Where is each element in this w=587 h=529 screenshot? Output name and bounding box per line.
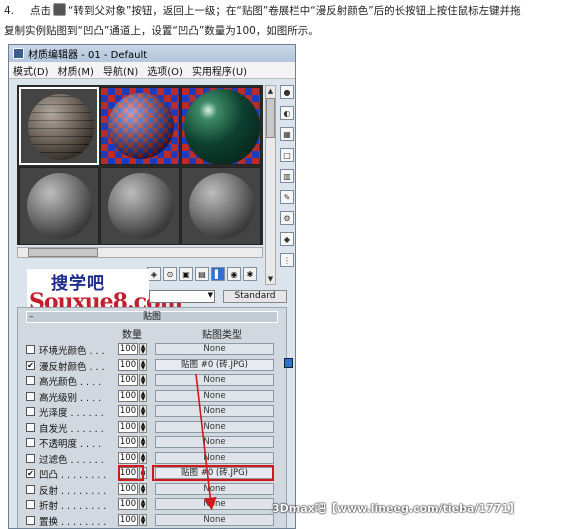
material-type-button[interactable]: Standard xyxy=(223,290,287,303)
options-icon[interactable]: ⚙ xyxy=(280,211,294,225)
menu-utilities[interactable]: 实用程序(U) xyxy=(192,63,247,78)
scroll-up-icon[interactable]: ▲ xyxy=(266,86,275,96)
menu-options[interactable]: 选项(O) xyxy=(147,63,183,78)
show-end-result-icon[interactable]: ▤ xyxy=(195,267,209,281)
menu-bar: 模式(D) 材质(M) 导航(N) 选项(O) 实用程序(U) xyxy=(9,62,295,79)
sample-slot-brick[interactable] xyxy=(19,87,99,165)
go-forward-sibling-icon[interactable]: ◉ xyxy=(227,267,241,281)
select-by-material-icon[interactable]: ◆ xyxy=(280,232,294,246)
go-to-parent-button[interactable]: ▌ xyxy=(211,267,225,281)
menu-mode[interactable]: 模式(D) xyxy=(13,63,49,78)
background-checker-icon[interactable]: ▦ xyxy=(280,127,294,141)
hscroll-thumb[interactable] xyxy=(28,248,98,257)
map-highlight-box xyxy=(152,465,274,481)
sample-uv-icon[interactable]: □ xyxy=(280,148,294,162)
sample-slot-4[interactable] xyxy=(19,167,99,245)
material-navigator-icon[interactable]: ⋮ xyxy=(280,253,294,267)
window-title: 材质编辑器 - 01 - Default xyxy=(28,50,148,61)
site-watermark: 3Dmax吧【www.lineeg.com/tieba/1771】 xyxy=(272,502,521,515)
step-number: 4. xyxy=(4,5,15,17)
bottom-toolbar: ◈ ⊙ ▣ ▤ ▌ ◉ ✱ xyxy=(147,267,292,283)
amount-highlight-box xyxy=(118,465,144,481)
checker-sphere xyxy=(108,93,174,159)
green-sphere xyxy=(184,89,260,164)
app-icon xyxy=(13,48,24,59)
sample-slots xyxy=(17,85,263,245)
slots-vertical-scrollbar[interactable]: ▲ ▼ xyxy=(265,85,276,285)
title-bar[interactable]: 材质编辑器 - 01 - Default xyxy=(9,45,295,62)
maps-rollout-panel: – 贴图 数量 贴图类型 环境光颜色 . . . 100 ▲ ▼ None ✔ 漫反射颜色 … xyxy=(17,307,293,528)
drag-arrow xyxy=(195,373,217,511)
sample-slot-green[interactable] xyxy=(181,87,261,165)
brick-sphere xyxy=(28,94,94,160)
scroll-thumb[interactable] xyxy=(266,98,275,138)
gray-sphere xyxy=(27,173,93,239)
menu-material[interactable]: 材质(M) xyxy=(58,63,94,78)
instruction-text: 4. 点击 “转到父对象”按钮，返回上一级；在“贴图”卷展栏中“漫反射颜色”后的长按… xyxy=(0,0,587,44)
material-name-row: Standard xyxy=(149,289,294,304)
sample-slot-5[interactable] xyxy=(100,167,180,245)
gray-sphere xyxy=(108,173,174,239)
instruction-line1-after: “转到父对象”按钮，返回上一级；在“贴图”卷展栏中“漫反射颜色”后的长按钮上按住… xyxy=(68,5,521,17)
put-to-library-icon[interactable]: ◈ xyxy=(147,267,161,281)
video-color-icon[interactable]: ▥ xyxy=(280,169,294,183)
backlight-icon[interactable]: ◐ xyxy=(280,106,294,120)
material-editor-window: 材质编辑器 - 01 - Default 模式(D) 材质(M) 导航(N) 选… xyxy=(8,44,296,529)
material-id-icon[interactable]: ⊙ xyxy=(163,267,177,281)
sample-type-icon[interactable]: ● xyxy=(280,85,294,99)
instruction-line-2: 复制实例贴图到“凹凸”通道上，设置“凹凸”数量为100，如图所示。 xyxy=(4,25,319,37)
sample-slot-6[interactable] xyxy=(181,167,261,245)
go-to-parent-icon xyxy=(53,3,66,16)
menu-navigation[interactable]: 导航(N) xyxy=(103,63,138,78)
make-preview-icon[interactable]: ✎ xyxy=(280,190,294,204)
sample-slot-checker[interactable] xyxy=(100,87,180,165)
instruction-line1-before: 点击 xyxy=(30,5,51,17)
pick-material-icon[interactable]: ✱ xyxy=(243,267,257,281)
slots-horizontal-scrollbar[interactable] xyxy=(17,247,263,258)
instruction-line-1: 4. 点击 “转到父对象”按钮，返回上一级；在“贴图”卷展栏中“漫反射颜色”后的长按… xyxy=(4,1,521,21)
gray-sphere xyxy=(189,173,255,239)
material-name-dropdown[interactable] xyxy=(149,290,215,303)
show-map-icon[interactable]: ▣ xyxy=(179,267,193,281)
